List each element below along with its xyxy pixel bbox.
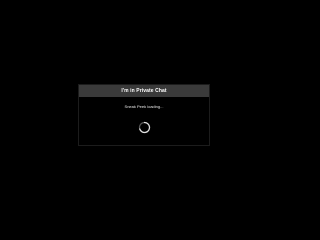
loading-spinner-icon	[138, 121, 151, 134]
dialog-title: I'm in Private Chat	[79, 85, 209, 97]
page-background: I'm in Private Chat Sneak Peek loading..…	[0, 0, 288, 230]
private-chat-dialog: I'm in Private Chat Sneak Peek loading..…	[78, 84, 210, 146]
dialog-body: Sneak Peek loading...	[79, 97, 209, 145]
loading-status-text: Sneak Peek loading...	[124, 104, 164, 109]
